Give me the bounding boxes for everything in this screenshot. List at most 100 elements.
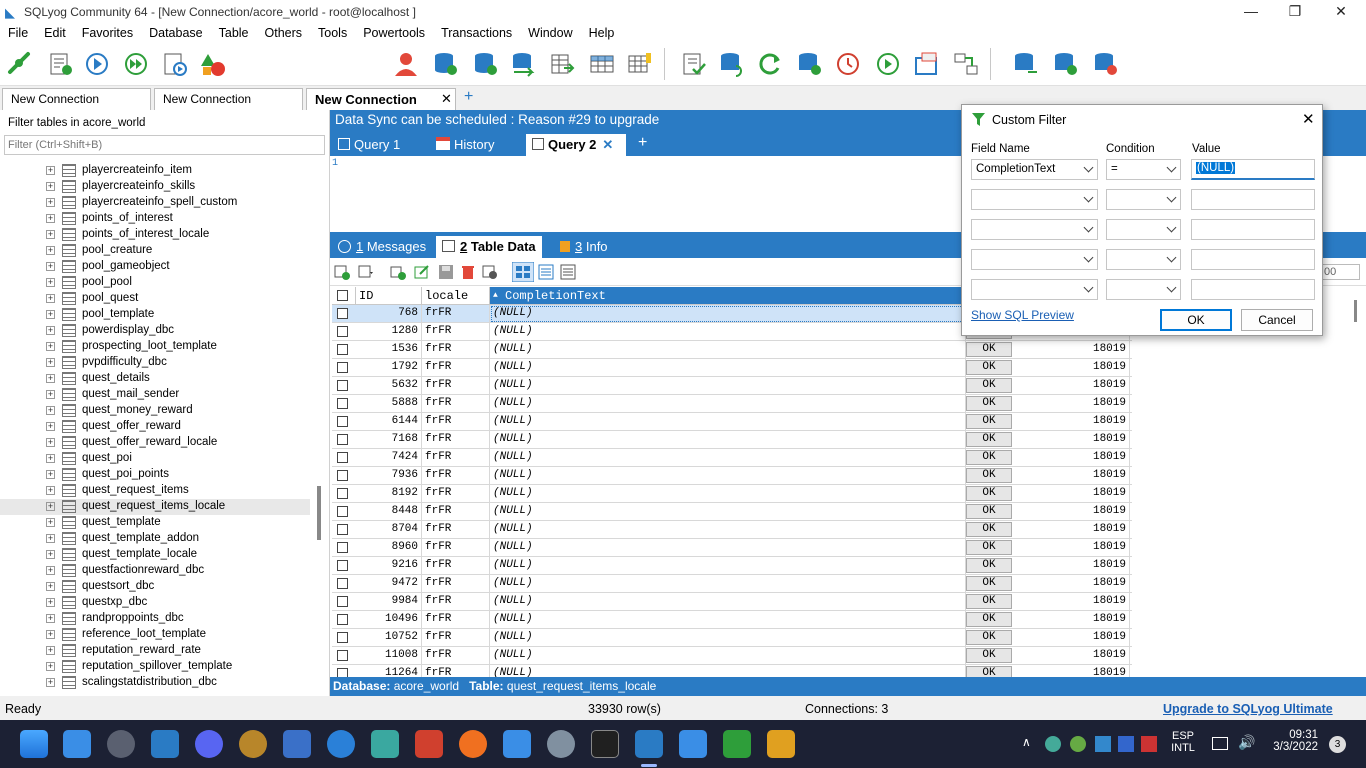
menu-tools[interactable]: Tools xyxy=(310,26,355,40)
taskbar-app-shield-icon[interactable] xyxy=(151,730,179,758)
cell-locale[interactable]: frFR xyxy=(422,557,490,575)
cell-status-ok[interactable]: OK xyxy=(966,540,1012,555)
cell-status-ok[interactable]: OK xyxy=(966,666,1012,677)
tree-item-table[interactable]: + reputation_spillover_template xyxy=(0,659,310,675)
data-migrate-icon[interactable] xyxy=(1092,50,1120,78)
table-row[interactable]: 9216 frFR (NULL) OK 18019 xyxy=(332,557,1132,575)
connection-tab-1[interactable]: New Connection xyxy=(2,88,151,110)
cell-completiontext[interactable]: (NULL) xyxy=(490,431,966,449)
cell-completiontext[interactable]: (NULL) xyxy=(490,665,966,677)
tab-query-2[interactable]: Query 2 ✕ xyxy=(526,134,626,156)
column-header-id[interactable]: ID xyxy=(356,287,422,305)
tray-antivirus-icon[interactable] xyxy=(1141,736,1157,752)
delete-icon[interactable] xyxy=(460,264,476,280)
table-row[interactable]: 8192 frFR (NULL) OK 18019 xyxy=(332,485,1132,503)
table-row[interactable]: 9472 frFR (NULL) OK 18019 xyxy=(332,575,1132,593)
cell-status-ok[interactable]: OK xyxy=(966,432,1012,447)
row-checkbox[interactable] xyxy=(337,362,348,373)
expand-plus-icon[interactable]: + xyxy=(46,310,55,319)
menu-window[interactable]: Window xyxy=(520,26,580,40)
duplicate-row-icon[interactable] xyxy=(390,264,406,280)
cell-completiontext[interactable]: (NULL) xyxy=(490,593,966,611)
taskbar-firefox-icon[interactable] xyxy=(459,730,487,758)
execute-all-icon[interactable] xyxy=(122,50,150,78)
menu-help[interactable]: Help xyxy=(581,26,623,40)
cell-build[interactable]: 18019 xyxy=(1014,377,1130,395)
cell-id[interactable]: 7936 xyxy=(356,467,422,485)
cell-status-ok[interactable]: OK xyxy=(966,594,1012,609)
tab-info[interactable]: 3 Info xyxy=(554,236,614,258)
taskbar-app-m-icon[interactable] xyxy=(283,730,311,758)
cell-build[interactable]: 18019 xyxy=(1014,593,1130,611)
column-header-locale[interactable]: locale xyxy=(422,287,490,305)
expand-plus-icon[interactable]: + xyxy=(46,182,55,191)
expand-plus-icon[interactable]: + xyxy=(46,262,55,271)
expand-plus-icon[interactable]: + xyxy=(46,550,55,559)
menu-powertools[interactable]: Powertools xyxy=(355,26,433,40)
window-layout-icon[interactable] xyxy=(912,50,940,78)
expand-plus-icon[interactable]: + xyxy=(46,342,55,351)
field-name-select-2[interactable] xyxy=(971,189,1098,210)
expand-plus-icon[interactable]: + xyxy=(46,630,55,639)
tree-item-table[interactable]: + quest_offer_reward xyxy=(0,419,310,435)
expand-plus-icon[interactable]: + xyxy=(46,646,55,655)
taskbar-app-chart-icon[interactable] xyxy=(723,730,751,758)
cell-status-ok[interactable]: OK xyxy=(966,396,1012,411)
cell-build[interactable]: 18019 xyxy=(1014,503,1130,521)
tree-item-table[interactable]: + quest_details xyxy=(0,371,310,387)
row-checkbox[interactable] xyxy=(337,614,348,625)
filter-input[interactable]: Filter (Ctrl+Shift+B) xyxy=(4,135,325,155)
tree-item-table[interactable]: + quest_offer_reward_locale xyxy=(0,435,310,451)
data-compare-icon[interactable] xyxy=(1052,50,1080,78)
tree-item-table[interactable]: + playercreateinfo_skills xyxy=(0,179,310,195)
expand-plus-icon[interactable]: + xyxy=(46,166,55,175)
expand-plus-icon[interactable]: + xyxy=(46,614,55,623)
field-name-select-4[interactable] xyxy=(971,249,1098,270)
table-row[interactable]: 8448 frFR (NULL) OK 18019 xyxy=(332,503,1132,521)
expand-plus-icon[interactable]: + xyxy=(46,246,55,255)
minimize-icon[interactable]: — xyxy=(1228,0,1274,24)
taskbar-sqlyog-icon[interactable] xyxy=(635,730,663,758)
cell-completiontext[interactable]: (NULL) xyxy=(490,485,966,503)
tree-item-table[interactable]: + pvpdifficulty_dbc xyxy=(0,355,310,371)
row-checkbox[interactable] xyxy=(337,650,348,661)
row-checkbox[interactable] xyxy=(337,326,348,337)
add-row-icon[interactable] xyxy=(334,264,350,280)
tree-item-table[interactable]: + quest_poi xyxy=(0,451,310,467)
cell-status-ok[interactable]: OK xyxy=(966,468,1012,483)
table-row[interactable]: 1536 frFR (NULL) OK 18019 xyxy=(332,341,1132,359)
taskbar-settings-icon[interactable] xyxy=(547,730,575,758)
cell-completiontext[interactable]: (NULL) xyxy=(490,377,966,395)
table-grid-icon[interactable] xyxy=(588,50,616,78)
schema-sync-icon[interactable] xyxy=(510,50,538,78)
connection-tab-2[interactable]: New Connection xyxy=(154,88,303,110)
cell-completiontext[interactable]: (NULL) xyxy=(490,611,966,629)
select-all-header[interactable] xyxy=(332,287,356,305)
row-checkbox[interactable] xyxy=(337,434,348,445)
cell-status-ok[interactable]: OK xyxy=(966,378,1012,393)
expand-plus-icon[interactable]: + xyxy=(46,678,55,687)
tree-item-table[interactable]: + playercreateinfo_item xyxy=(0,163,310,179)
expand-plus-icon[interactable]: + xyxy=(46,582,55,591)
cell-id[interactable]: 8192 xyxy=(356,485,422,503)
cell-id[interactable]: 5888 xyxy=(356,395,422,413)
cell-id[interactable]: 8448 xyxy=(356,503,422,521)
cell-id[interactable]: 11008 xyxy=(356,647,422,665)
cell-id[interactable]: 10752 xyxy=(356,629,422,647)
row-checkbox[interactable] xyxy=(337,416,348,427)
table-row[interactable]: 8704 frFR (NULL) OK 18019 xyxy=(332,521,1132,539)
close-tab-icon[interactable]: ✕ xyxy=(602,137,613,152)
cell-locale[interactable]: frFR xyxy=(422,341,490,359)
cell-build[interactable]: 18019 xyxy=(1014,485,1130,503)
tray-bluetooth-icon[interactable] xyxy=(1095,736,1111,752)
cell-completiontext[interactable]: (NULL) xyxy=(490,359,966,377)
table-row[interactable]: 5632 frFR (NULL) OK 18019 xyxy=(332,377,1132,395)
new-query-icon[interactable] xyxy=(46,50,74,78)
expand-plus-icon[interactable]: + xyxy=(46,374,55,383)
tree-item-table[interactable]: + pool_creature xyxy=(0,243,310,259)
cell-locale[interactable]: frFR xyxy=(422,521,490,539)
expand-plus-icon[interactable]: + xyxy=(46,230,55,239)
cell-build[interactable]: 18019 xyxy=(1014,341,1130,359)
db-refresh-icon[interactable] xyxy=(718,50,746,78)
cell-completiontext[interactable]: (NULL) xyxy=(490,395,966,413)
